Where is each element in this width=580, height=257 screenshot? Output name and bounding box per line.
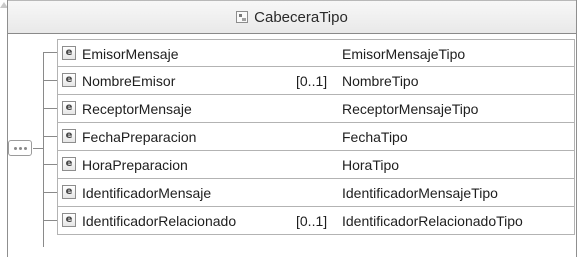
branch-line	[43, 108, 57, 109]
element-row-emisor-mensaje[interactable]: e EmisorMensaje EmisorMensajeTipo	[43, 39, 575, 67]
branch-line	[43, 220, 57, 221]
element-type: ReceptorMensajeTipo	[342, 101, 479, 117]
element-cardinality: [0..1]	[296, 73, 328, 89]
element-icon: e	[62, 185, 76, 199]
sequence-dot	[13, 146, 17, 150]
branch-line	[43, 192, 57, 193]
element-type: FechaTipo	[342, 129, 408, 145]
element-name: FechaPreparacion	[82, 129, 197, 145]
element-row-identificador-mensaje[interactable]: e IdentificadorMensaje IdentificadorMens…	[43, 179, 575, 207]
branch-line	[43, 80, 57, 81]
element-row-hora-preparacion[interactable]: e HoraPreparacion HoraTipo	[43, 151, 575, 179]
element-row-identificador-relacionado[interactable]: e IdentificadorRelacionado [0..1] Identi…	[43, 207, 575, 235]
element-icon: e	[62, 213, 76, 227]
sequence-dot	[18, 146, 22, 150]
element-icon: e	[62, 129, 76, 143]
element-name: HoraPreparacion	[82, 157, 188, 173]
complex-type-header[interactable]: CabeceraTipo	[8, 0, 576, 34]
element-row-fecha-preparacion[interactable]: e FechaPreparacion FechaTipo	[43, 123, 575, 151]
sequence-compositor-icon[interactable]	[8, 140, 32, 156]
element-icon: e	[62, 73, 76, 87]
element-row-receptor-mensaje[interactable]: e ReceptorMensaje ReceptorMensajeTipo	[43, 95, 575, 123]
sequence-dot	[23, 146, 27, 150]
branch-line	[43, 164, 57, 165]
element-type: EmisorMensajeTipo	[342, 46, 466, 62]
element-cardinality: [0..1]	[296, 213, 328, 229]
branch-line	[43, 52, 57, 53]
element-icon: e	[62, 101, 76, 115]
element-name: IdentificadorRelacionado	[82, 213, 237, 229]
complex-type-box: CabeceraTipo e EmisorMensaje EmisorMensa…	[7, 0, 577, 257]
element-type: IdentificadorMensajeTipo	[342, 185, 498, 201]
element-name: NombreEmisor	[82, 73, 176, 89]
sequence-link-line	[33, 148, 43, 149]
element-icon: e	[62, 157, 76, 171]
element-name: IdentificadorMensaje	[82, 185, 212, 201]
complex-type-icon	[236, 11, 249, 23]
element-type: HoraTipo	[342, 157, 400, 173]
element-row-nombre-emisor[interactable]: e NombreEmisor [0..1] NombreTipo	[43, 67, 575, 95]
element-type: IdentificadorRelacionadoTipo	[342, 213, 523, 229]
element-name: ReceptorMensaje	[82, 101, 192, 117]
element-type: NombreTipo	[342, 73, 419, 89]
element-icon: e	[62, 46, 76, 60]
complex-type-name: CabeceraTipo	[254, 8, 348, 26]
branch-line	[43, 136, 57, 137]
element-name: EmisorMensaje	[82, 46, 179, 62]
